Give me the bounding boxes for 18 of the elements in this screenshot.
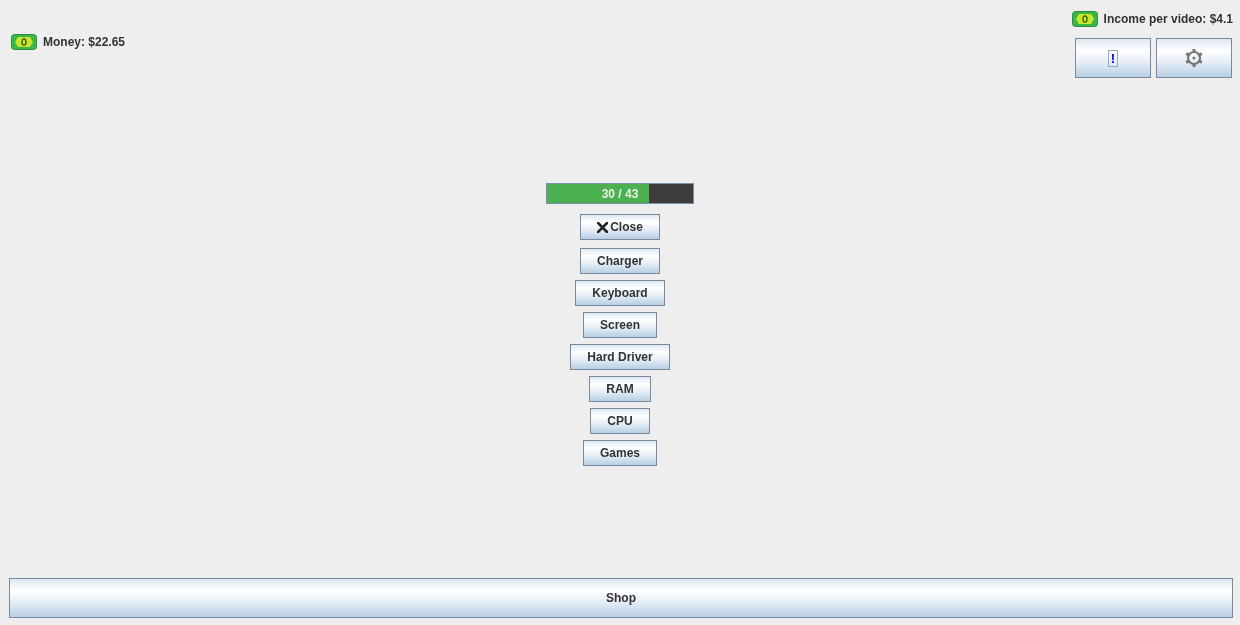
menu-button[interactable]: Screen — [583, 312, 657, 338]
banknote-icon — [1071, 11, 1098, 27]
settings-button[interactable] — [1156, 38, 1232, 78]
menu-button[interactable]: RAM — [589, 376, 651, 402]
alert-button[interactable]: ! — [1075, 38, 1151, 78]
menu-button[interactable]: Charger — [580, 248, 660, 274]
close-icon — [597, 221, 609, 233]
menu-button[interactable]: Keyboard — [575, 280, 665, 306]
income-label: Income per video: $4.1 — [1103, 12, 1233, 26]
settings-icon — [1185, 49, 1203, 67]
money-label: Money: $22.65 — [43, 35, 126, 49]
banknote-icon — [11, 34, 37, 50]
close-button[interactable]: Close — [580, 214, 660, 240]
menu-button[interactable]: CPU — [590, 408, 650, 434]
menu-button[interactable]: Hard Driver — [570, 344, 670, 370]
shop-button[interactable]: Shop — [9, 578, 1233, 618]
menu-button[interactable]: Games — [583, 440, 657, 466]
progress-text: 30 / 43 — [600, 185, 640, 203]
